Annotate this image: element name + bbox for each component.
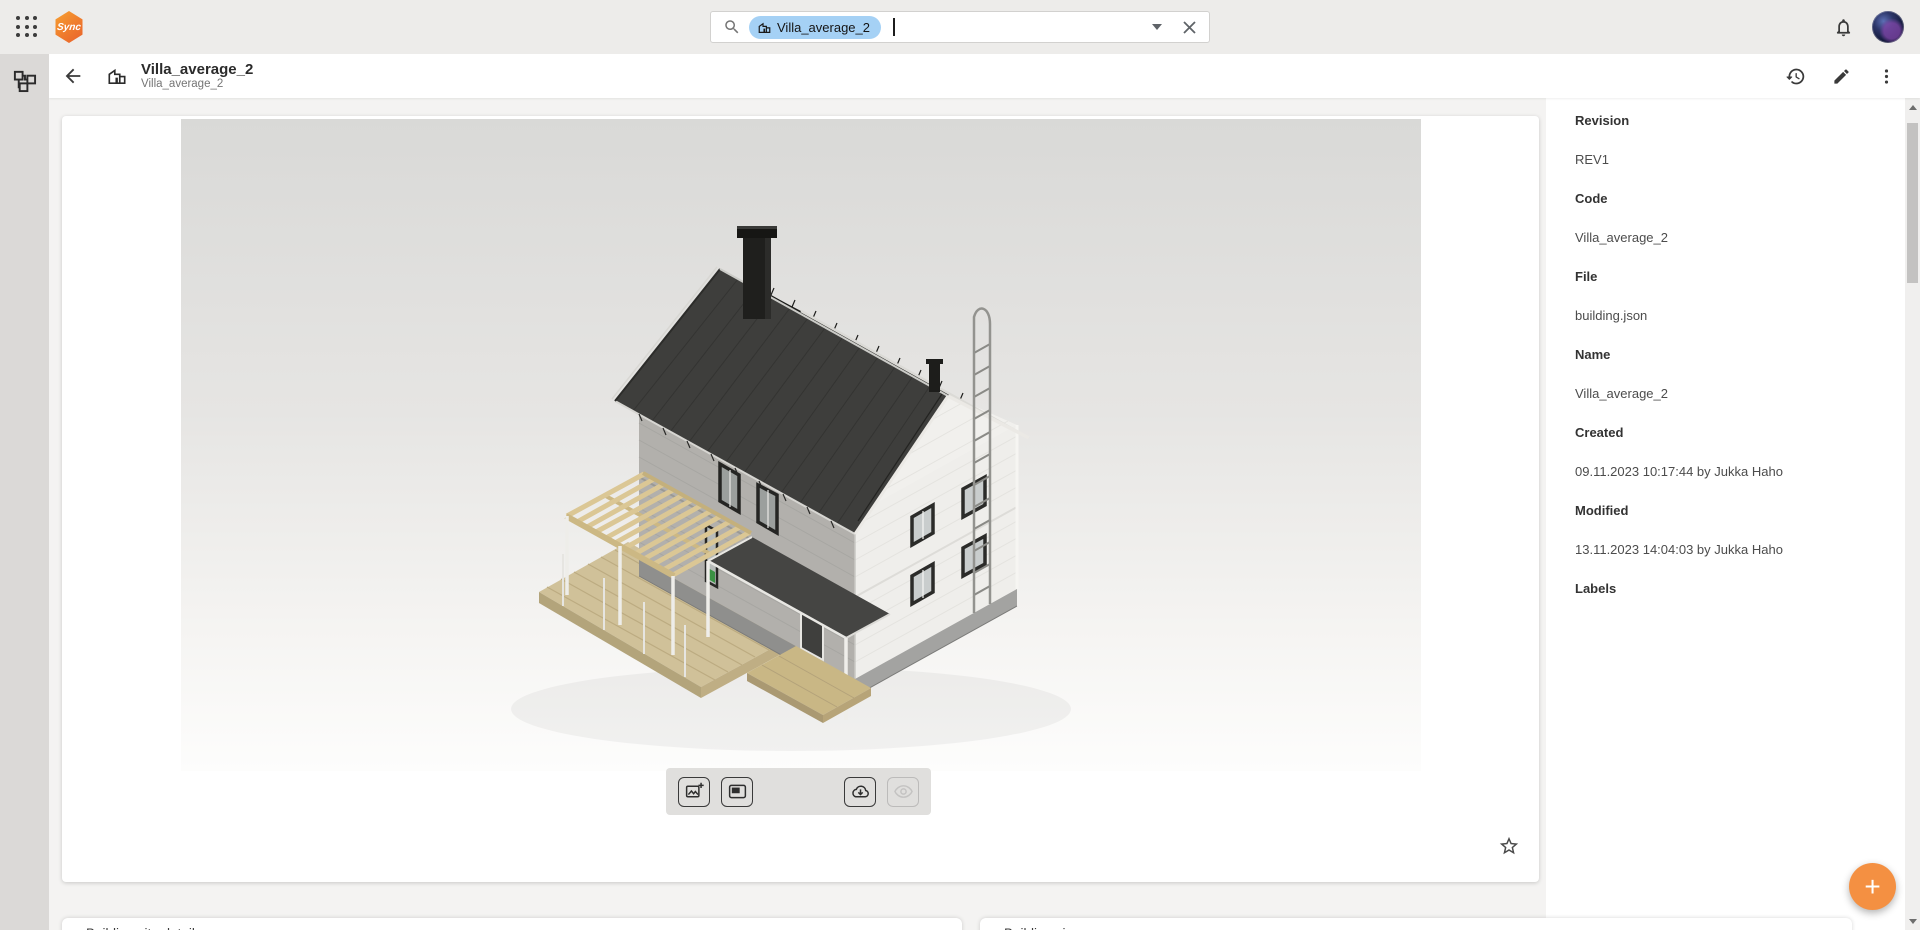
history-icon[interactable] [1785,66,1806,87]
viewer-toolbar [666,768,931,815]
field-label: Name [1575,347,1905,363]
notifications-bell-icon[interactable] [1833,17,1854,38]
building-3d-render [181,119,1421,771]
search-input[interactable]: Villa_average_2 [710,11,1210,43]
field-value: 09.11.2023 10:17:44 by Jukka Haho [1575,464,1905,480]
field-value: building.json [1575,308,1905,324]
field-value: 13.11.2023 14:04:03 by Jukka Haho [1575,542,1905,558]
building-icon [757,20,772,35]
eye-icon [893,781,914,802]
back-arrow-icon[interactable] [62,65,84,87]
favorite-star-icon[interactable] [1498,835,1520,857]
details-panel: Revision REV1 Code Villa_average_2 File … [1546,98,1905,930]
field-label: Revision [1575,113,1905,129]
card-title: Building site details [86,926,202,930]
scrollbar-thumb[interactable] [1907,123,1918,283]
model-card [62,116,1539,882]
add-image-button[interactable] [678,777,710,807]
add-image-icon [684,781,705,802]
scroll-down-icon[interactable] [1905,914,1920,928]
chevron-down-icon[interactable] [1152,24,1162,30]
text-cursor [893,18,895,36]
building-icon [106,65,128,87]
building-site-details-card[interactable]: Building site details [62,918,962,930]
field-value: REV1 [1575,152,1905,168]
field-label: Created [1575,425,1905,441]
cloud-download-button[interactable] [844,777,876,807]
topbar-right [1833,11,1920,43]
page-subtitle: Villa_average_2 [141,78,253,91]
add-fab-button[interactable]: + [1849,863,1896,910]
more-menu-icon[interactable] [1877,67,1896,86]
user-avatar[interactable] [1872,11,1904,43]
search-chip-label: Villa_average_2 [777,20,870,35]
set-thumbnail-button[interactable] [721,777,753,807]
page-scrollbar[interactable] [1905,98,1920,930]
field-label: Code [1575,191,1905,207]
top-bar: Sync Villa_average_2 [0,0,1920,54]
field-value: Villa_average_2 [1575,230,1905,246]
sync-logo-text: Sync [56,22,81,33]
page-header: Villa_average_2 Villa_average_2 [49,54,1920,98]
building-size-card[interactable]: Building size [980,918,1852,930]
field-label: Labels [1575,581,1905,597]
cloud-download-icon [850,781,871,802]
field-value [1575,620,1905,636]
scroll-up-icon[interactable] [1905,100,1920,114]
thumbnail-icon [727,781,748,802]
search-filter-chip[interactable]: Villa_average_2 [749,16,881,39]
sync-logo[interactable]: Sync [54,11,84,43]
card-title: Building size [1004,926,1080,930]
search-icon [723,18,741,36]
left-sidebar [0,54,49,930]
building-3d-viewer[interactable] [181,119,1421,771]
clear-search-icon[interactable] [1182,20,1197,35]
field-label: Modified [1575,503,1905,519]
content-area: Revision REV1 Code Villa_average_2 File … [49,98,1920,930]
app-launcher-icon[interactable] [12,12,42,42]
edit-pencil-icon[interactable] [1832,67,1851,86]
app-window: Sync Villa_average_2 [0,0,1920,930]
hierarchy-tree-icon[interactable] [0,68,49,93]
page-title: Villa_average_2 [141,61,253,78]
field-value: Villa_average_2 [1575,386,1905,402]
field-label: File [1575,269,1905,285]
visibility-button[interactable] [887,777,919,807]
